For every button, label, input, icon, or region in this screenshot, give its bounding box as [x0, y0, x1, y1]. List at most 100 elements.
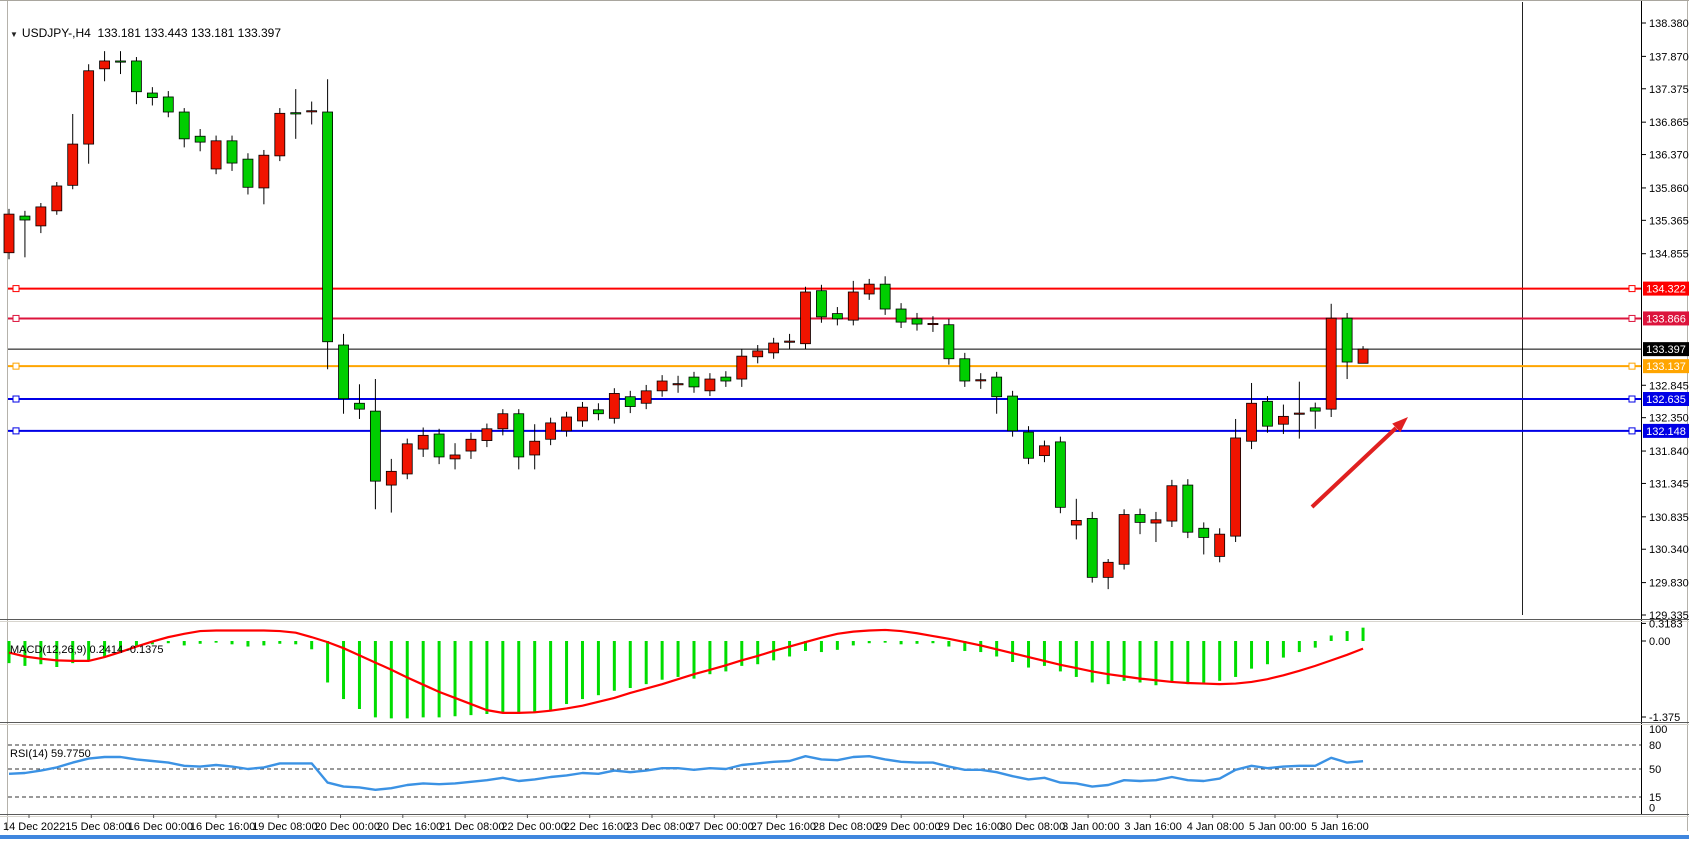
candle-bull [1119, 515, 1129, 565]
bottom-edge-strip [0, 835, 1689, 839]
candle-bull [1247, 403, 1257, 441]
price-axis-label: 135.860 [1649, 183, 1689, 195]
macd-indicator-label: MACD(12,26,9) 0.2414 -0.1375 [10, 644, 163, 656]
candle-bull [753, 351, 763, 357]
date-axis-label: 15 Dec 08:00 [65, 821, 130, 833]
candle-bear [912, 319, 922, 324]
date-axis-label: 22 Dec 00:00 [501, 821, 566, 833]
candle-bear [593, 410, 603, 414]
macd-axis-label: 0.3183 [1649, 618, 1683, 630]
candle-bull [928, 323, 938, 324]
macd-axis-label: -1.375 [1649, 712, 1680, 724]
candle-bull [52, 186, 62, 211]
candle-bear [944, 325, 954, 359]
candle-bull [1071, 520, 1081, 525]
rsi-indicator-label: RSI(14) 59.7750 [10, 748, 91, 760]
hline-anchor[interactable] [13, 363, 19, 369]
hline-anchor[interactable] [1629, 315, 1635, 321]
candle-bear [689, 377, 699, 387]
candle-bull [609, 393, 619, 418]
candle-bull [1278, 416, 1288, 424]
hline-anchor[interactable] [1629, 396, 1635, 402]
date-axis-label: 14 Dec 2022 [3, 821, 65, 833]
candle-bear [291, 113, 301, 114]
hline-132.635-badge-text: 132.635 [1646, 394, 1686, 406]
hline-134.322-badge-text: 134.322 [1646, 284, 1686, 296]
candle-bull [801, 292, 811, 344]
candle-bull [1231, 438, 1241, 536]
candle-bear [179, 112, 189, 139]
candle-bull [1294, 413, 1304, 414]
price-axis-label: 136.865 [1649, 117, 1689, 129]
date-axis-label: 3 Jan 00:00 [1062, 821, 1120, 833]
candle-bull [705, 379, 715, 391]
candle-bull [402, 444, 412, 474]
candle-bear [1135, 515, 1145, 523]
candle-bear [1199, 528, 1209, 537]
hline-anchor[interactable] [1629, 428, 1635, 434]
ohlc-values: 133.181 133.443 133.181 133.397 [98, 26, 282, 40]
candle-bear [339, 345, 349, 399]
price-axis-label: 135.365 [1649, 215, 1689, 227]
candle-bull [976, 380, 986, 381]
date-axis-label: 29 Dec 00:00 [875, 821, 940, 833]
date-axis-label: 22 Dec 16:00 [564, 821, 629, 833]
candle-bull [785, 341, 795, 342]
candle-bull [100, 61, 110, 69]
rsi-axis-label: 80 [1649, 740, 1661, 752]
candle-bull [386, 471, 396, 485]
date-axis-label: 23 Dec 08:00 [626, 821, 691, 833]
candle-bull [769, 343, 779, 353]
candle-bull [641, 391, 651, 403]
candle-bull [546, 423, 556, 439]
candle-bull [657, 381, 667, 391]
candle-bear [1310, 408, 1320, 411]
date-axis-label: 5 Jan 16:00 [1311, 821, 1369, 833]
date-axis-label: 27 Dec 16:00 [751, 821, 816, 833]
candle-bull [36, 207, 46, 226]
candle-bear [243, 159, 253, 187]
candle-bear [227, 141, 237, 163]
candle-bear [514, 414, 524, 457]
candle-bull [498, 414, 508, 429]
candle-bear [992, 377, 1002, 397]
price-axis-label: 137.375 [1649, 84, 1689, 96]
candle-bear [195, 136, 205, 142]
hline-anchor[interactable] [1629, 363, 1635, 369]
candle-bull [259, 155, 269, 188]
candle-bull [737, 356, 747, 379]
candle-bull [1039, 446, 1049, 456]
candle-bull [1151, 520, 1161, 523]
hline-anchor[interactable] [13, 315, 19, 321]
candle-bull [1103, 562, 1113, 577]
hline-anchor[interactable] [13, 286, 19, 292]
candle-bear [960, 359, 970, 381]
price-axis-label: 131.840 [1649, 446, 1689, 458]
candle-bear [832, 314, 842, 319]
date-axis-label: 4 Jan 08:00 [1187, 821, 1245, 833]
candle-bear [1183, 485, 1193, 532]
date-axis-label: 16 Dec 00:00 [128, 821, 193, 833]
chart-canvas[interactable]: 138.380137.870137.375136.865136.370135.8… [0, 0, 1689, 839]
date-axis-label: 3 Jan 16:00 [1124, 821, 1182, 833]
candle-bear [434, 434, 444, 457]
candle-bull [307, 111, 317, 112]
date-axis-label: 30 Dec 08:00 [1000, 821, 1065, 833]
price-axis-label: 131.345 [1649, 478, 1689, 490]
candle-bull [275, 113, 285, 156]
date-axis-label: 29 Dec 16:00 [938, 821, 1003, 833]
chart-title: ▼USDJPY-,H4 133.181 133.443 133.181 133.… [10, 26, 281, 40]
price-axis-label: 132.845 [1649, 380, 1689, 392]
hline-anchor[interactable] [13, 396, 19, 402]
candle-bull [4, 214, 14, 253]
mt4-window: 新订单 自动交易 [0, 0, 1689, 860]
hline-anchor[interactable] [13, 428, 19, 434]
candle-bull [450, 455, 460, 459]
rsi-axis-label: 50 [1649, 764, 1661, 776]
hline-anchor[interactable] [1629, 286, 1635, 292]
candle-bull [577, 407, 587, 421]
collapse-triangle-icon: ▼ [10, 30, 18, 39]
candle-bull [530, 441, 540, 455]
candle-bull [1215, 534, 1225, 556]
rsi-axis-label: 0 [1649, 802, 1655, 814]
